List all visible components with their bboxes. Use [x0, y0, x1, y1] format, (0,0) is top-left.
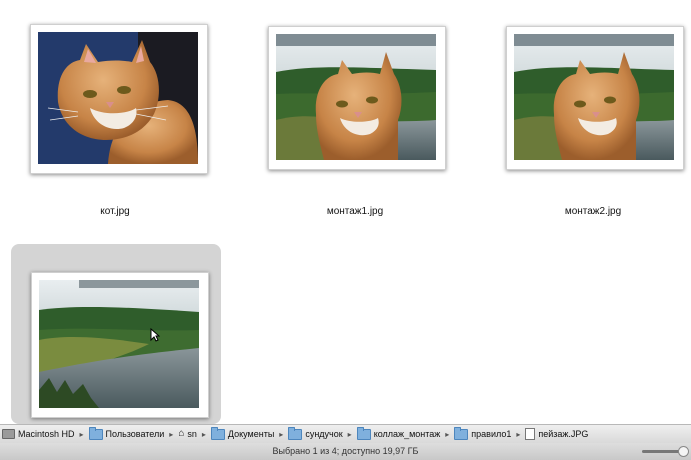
montage-photo [514, 34, 674, 160]
file-thumbnail[interactable] [30, 24, 208, 174]
file-thumbnail[interactable] [268, 26, 446, 170]
path-separator-icon: ▸ [445, 429, 450, 439]
path-crumb-label: коллаж_монтаж [373, 429, 441, 439]
home-icon: ⌂ [178, 428, 185, 439]
path-crumb[interactable]: ⌂ sn [176, 428, 199, 440]
path-crumb-label: sn [187, 429, 197, 439]
path-crumb[interactable]: коллаж_монтаж [355, 426, 443, 440]
icon-size-slider[interactable] [642, 446, 689, 457]
path-bar: Macintosh HD ▸ Пользователи ▸ ⌂ sn ▸ Документы ▸… [0, 424, 691, 444]
folder-icon [288, 426, 303, 440]
status-text: Выбрано 1 из 4; доступно 19,97 ГБ [272, 446, 419, 456]
path-separator-icon: ▸ [201, 429, 206, 439]
status-bar: Выбрано 1 из 4; доступно 19,97 ГБ [0, 443, 691, 460]
landscape-photo [39, 280, 199, 408]
path-crumb[interactable]: Macintosh HD [0, 429, 77, 439]
file-name-label: монтаж2.jpg [564, 206, 622, 217]
disk-icon [2, 429, 15, 439]
montage-photo [276, 34, 436, 160]
path-crumb-label: Документы [227, 429, 275, 439]
path-separator-icon: ▸ [279, 429, 284, 439]
mouse-cursor-icon [150, 328, 160, 342]
path-crumb[interactable]: пейзаж.JPG [523, 428, 590, 440]
path-crumb-label: Пользователи [105, 429, 165, 439]
path-crumb[interactable]: правило1 [452, 426, 513, 440]
file-thumbnail[interactable] [31, 272, 209, 418]
path-crumb-label: правило1 [471, 429, 512, 439]
file-item[interactable]: монтаж1.jpg [250, 16, 460, 226]
path-separator-icon: ▸ [516, 429, 521, 439]
file-item-selected[interactable] [11, 244, 221, 424]
path-crumb-label: сундучок [305, 429, 343, 439]
folder-icon [88, 426, 103, 440]
file-grid: кот.jpg монтаж1.jpg монтаж2.jpg [0, 0, 691, 424]
folder-icon [356, 426, 371, 440]
file-icon [525, 428, 536, 440]
file-name-label: монтаж1.jpg [326, 206, 384, 217]
path-crumb[interactable]: Пользователи [87, 426, 167, 440]
path-crumb[interactable]: сундучок [286, 426, 344, 440]
cat-photo [38, 32, 198, 164]
path-crumb-label: Macintosh HD [18, 429, 75, 439]
path-crumb-label: пейзаж.JPG [538, 429, 589, 439]
path-separator-icon: ▸ [169, 429, 174, 439]
path-crumb[interactable]: Документы [209, 426, 276, 440]
file-thumbnail[interactable] [506, 26, 684, 170]
path-separator-icon: ▸ [347, 429, 352, 439]
file-name-label: кот.jpg [100, 206, 130, 217]
file-item[interactable]: кот.jpg [10, 16, 220, 226]
folder-icon [454, 426, 469, 440]
slider-knob[interactable] [678, 446, 689, 457]
file-item[interactable]: монтаж2.jpg [488, 16, 691, 226]
path-separator-icon: ▸ [79, 429, 84, 439]
folder-icon [210, 426, 225, 440]
